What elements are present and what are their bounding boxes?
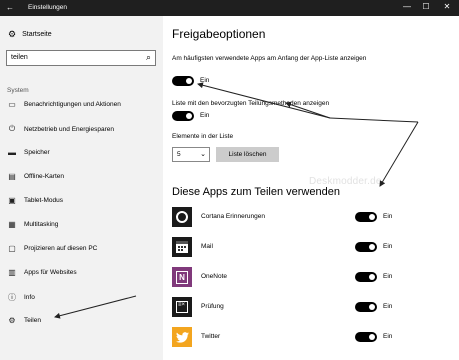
page-title: Freigabeoptionen — [172, 27, 266, 41]
sidebar-item-projizieren[interactable]: ▢ Projizieren auf diesen PC — [7, 244, 97, 253]
back-arrow-icon[interactable]: ← — [6, 3, 14, 12]
chevron-down-icon: ⌄ — [200, 151, 206, 158]
app-name: Cortana Erinnerungen — [201, 213, 265, 220]
sidebar-item-label: Multitasking — [24, 221, 59, 228]
app-row-twitter: Twitter Ein — [172, 327, 457, 349]
app-toggle[interactable] — [355, 332, 377, 342]
sidebar: ⚙ Startseite teilen ⌕ System ▭ Benachric… — [0, 16, 163, 360]
most-used-apps-state: Ein — [200, 77, 210, 84]
list-count-label: Elemente in der Liste — [172, 133, 234, 140]
setting-preferred-label: Liste mit den bevorzugten Teilungsmethod… — [172, 100, 330, 107]
map-icon: ▤ — [8, 172, 16, 181]
sidebar-item-label: Teilen — [24, 317, 41, 324]
list-count-select[interactable]: 5 ⌄ — [172, 147, 210, 162]
title-bar: ← Einstellungen — ☐ ✕ — [0, 0, 459, 16]
sidebar-item-label: Projizieren auf diesen PC — [24, 245, 98, 252]
sidebar-item-label: Netzbetrieb und Energiesparen — [24, 125, 114, 133]
preferred-methods-state: Ein — [200, 112, 210, 119]
sidebar-item-netzbetrieb[interactable]: ⏻ Netzbetrieb und Energiesparen — [7, 124, 114, 134]
projector-icon: ▢ — [8, 244, 16, 253]
sidebar-item-teilen[interactable]: ⚙ Teilen — [7, 316, 41, 325]
window-title: Einstellungen — [28, 4, 68, 11]
app-state: Ein — [383, 333, 393, 340]
sidebar-item-label: Info — [24, 294, 35, 301]
app-row-onenote: N OneNote Ein — [172, 267, 457, 289]
sidebar-item-benachrichtigungen[interactable]: ▭ Benachrichtigungen und Aktionen — [7, 100, 121, 109]
clear-list-button[interactable]: Liste löschen — [216, 147, 279, 162]
list-count-value: 5 — [177, 151, 181, 158]
app-state: Ein — [383, 303, 393, 310]
onenote-icon: N — [172, 267, 192, 287]
preferred-methods-toggle[interactable] — [172, 111, 194, 121]
power-icon: ⏻ — [8, 124, 16, 133]
home-gear-icon: ⚙ — [8, 29, 17, 39]
app-toggle[interactable] — [355, 242, 377, 252]
info-icon: ⓘ — [8, 293, 16, 302]
app-toggle[interactable] — [355, 272, 377, 282]
app-toggle[interactable] — [355, 302, 377, 312]
setting-most-used-label: Am häufigsten verwendete Apps am Anfang … — [172, 55, 367, 62]
sidebar-item-label: Benachrichtigungen und Aktionen — [24, 101, 121, 108]
search-icon[interactable]: ⌕ — [146, 52, 151, 63]
most-used-apps-toggle[interactable] — [172, 76, 194, 86]
sidebar-item-apps-websites[interactable]: ▥ Apps für Websites — [7, 268, 77, 277]
mail-icon — [172, 237, 192, 257]
sidebar-item-offline-karten[interactable]: ▤ Offline-Karten — [7, 172, 64, 181]
multitasking-icon: ▦ — [8, 220, 16, 229]
minimize-button[interactable]: — — [400, 2, 414, 11]
app-row-cortana: Cortana Erinnerungen Ein — [172, 207, 457, 229]
twitter-icon — [172, 327, 192, 347]
close-button[interactable]: ✕ — [440, 2, 454, 11]
cortana-icon — [172, 207, 192, 227]
web-apps-icon: ▥ — [8, 268, 16, 277]
search-input[interactable]: teilen ⌕ — [6, 50, 156, 66]
app-state: Ein — [383, 213, 393, 220]
app-name: Mail — [201, 243, 213, 250]
storage-icon: ▬ — [8, 148, 16, 157]
share-icon: ⚙ — [8, 316, 16, 325]
content-pane: Freigabeoptionen Am häufigsten verwendet… — [163, 16, 459, 360]
tablet-icon: ▣ — [8, 196, 16, 205]
sidebar-item-multitasking[interactable]: ▦ Multitasking — [7, 220, 58, 229]
sidebar-item-label: Apps für Websites — [24, 269, 77, 276]
search-value: teilen — [11, 54, 28, 61]
sidebar-item-label: Speicher — [24, 149, 50, 156]
app-toggle[interactable] — [355, 212, 377, 222]
sidebar-item-label: Offline-Karten — [24, 173, 64, 180]
maximize-button[interactable]: ☐ — [419, 2, 433, 11]
sidebar-item-speicher[interactable]: ▬ Speicher — [7, 148, 50, 157]
sidebar-item-tablet-modus[interactable]: ▣ Tablet-Modus — [7, 196, 63, 205]
test-icon: ≡× — [172, 297, 192, 317]
apps-section-title: Diese Apps zum Teilen verwenden — [172, 186, 340, 198]
sidebar-item-label: Tablet-Modus — [24, 197, 64, 204]
sidebar-home[interactable]: ⚙ Startseite — [8, 29, 52, 40]
notification-icon: ▭ — [8, 100, 16, 109]
app-state: Ein — [383, 243, 393, 250]
app-state: Ein — [383, 273, 393, 280]
app-row-mail: Mail Ein — [172, 237, 457, 259]
home-label: Startseite — [22, 31, 52, 38]
app-row-pruefung: ≡× Prüfung Ein — [172, 297, 457, 319]
app-name: OneNote — [201, 273, 228, 280]
sidebar-item-info[interactable]: ⓘ Info — [7, 292, 35, 303]
app-name: Prüfung — [201, 303, 224, 310]
app-name: Twitter — [201, 333, 221, 340]
section-header: System — [7, 87, 29, 94]
